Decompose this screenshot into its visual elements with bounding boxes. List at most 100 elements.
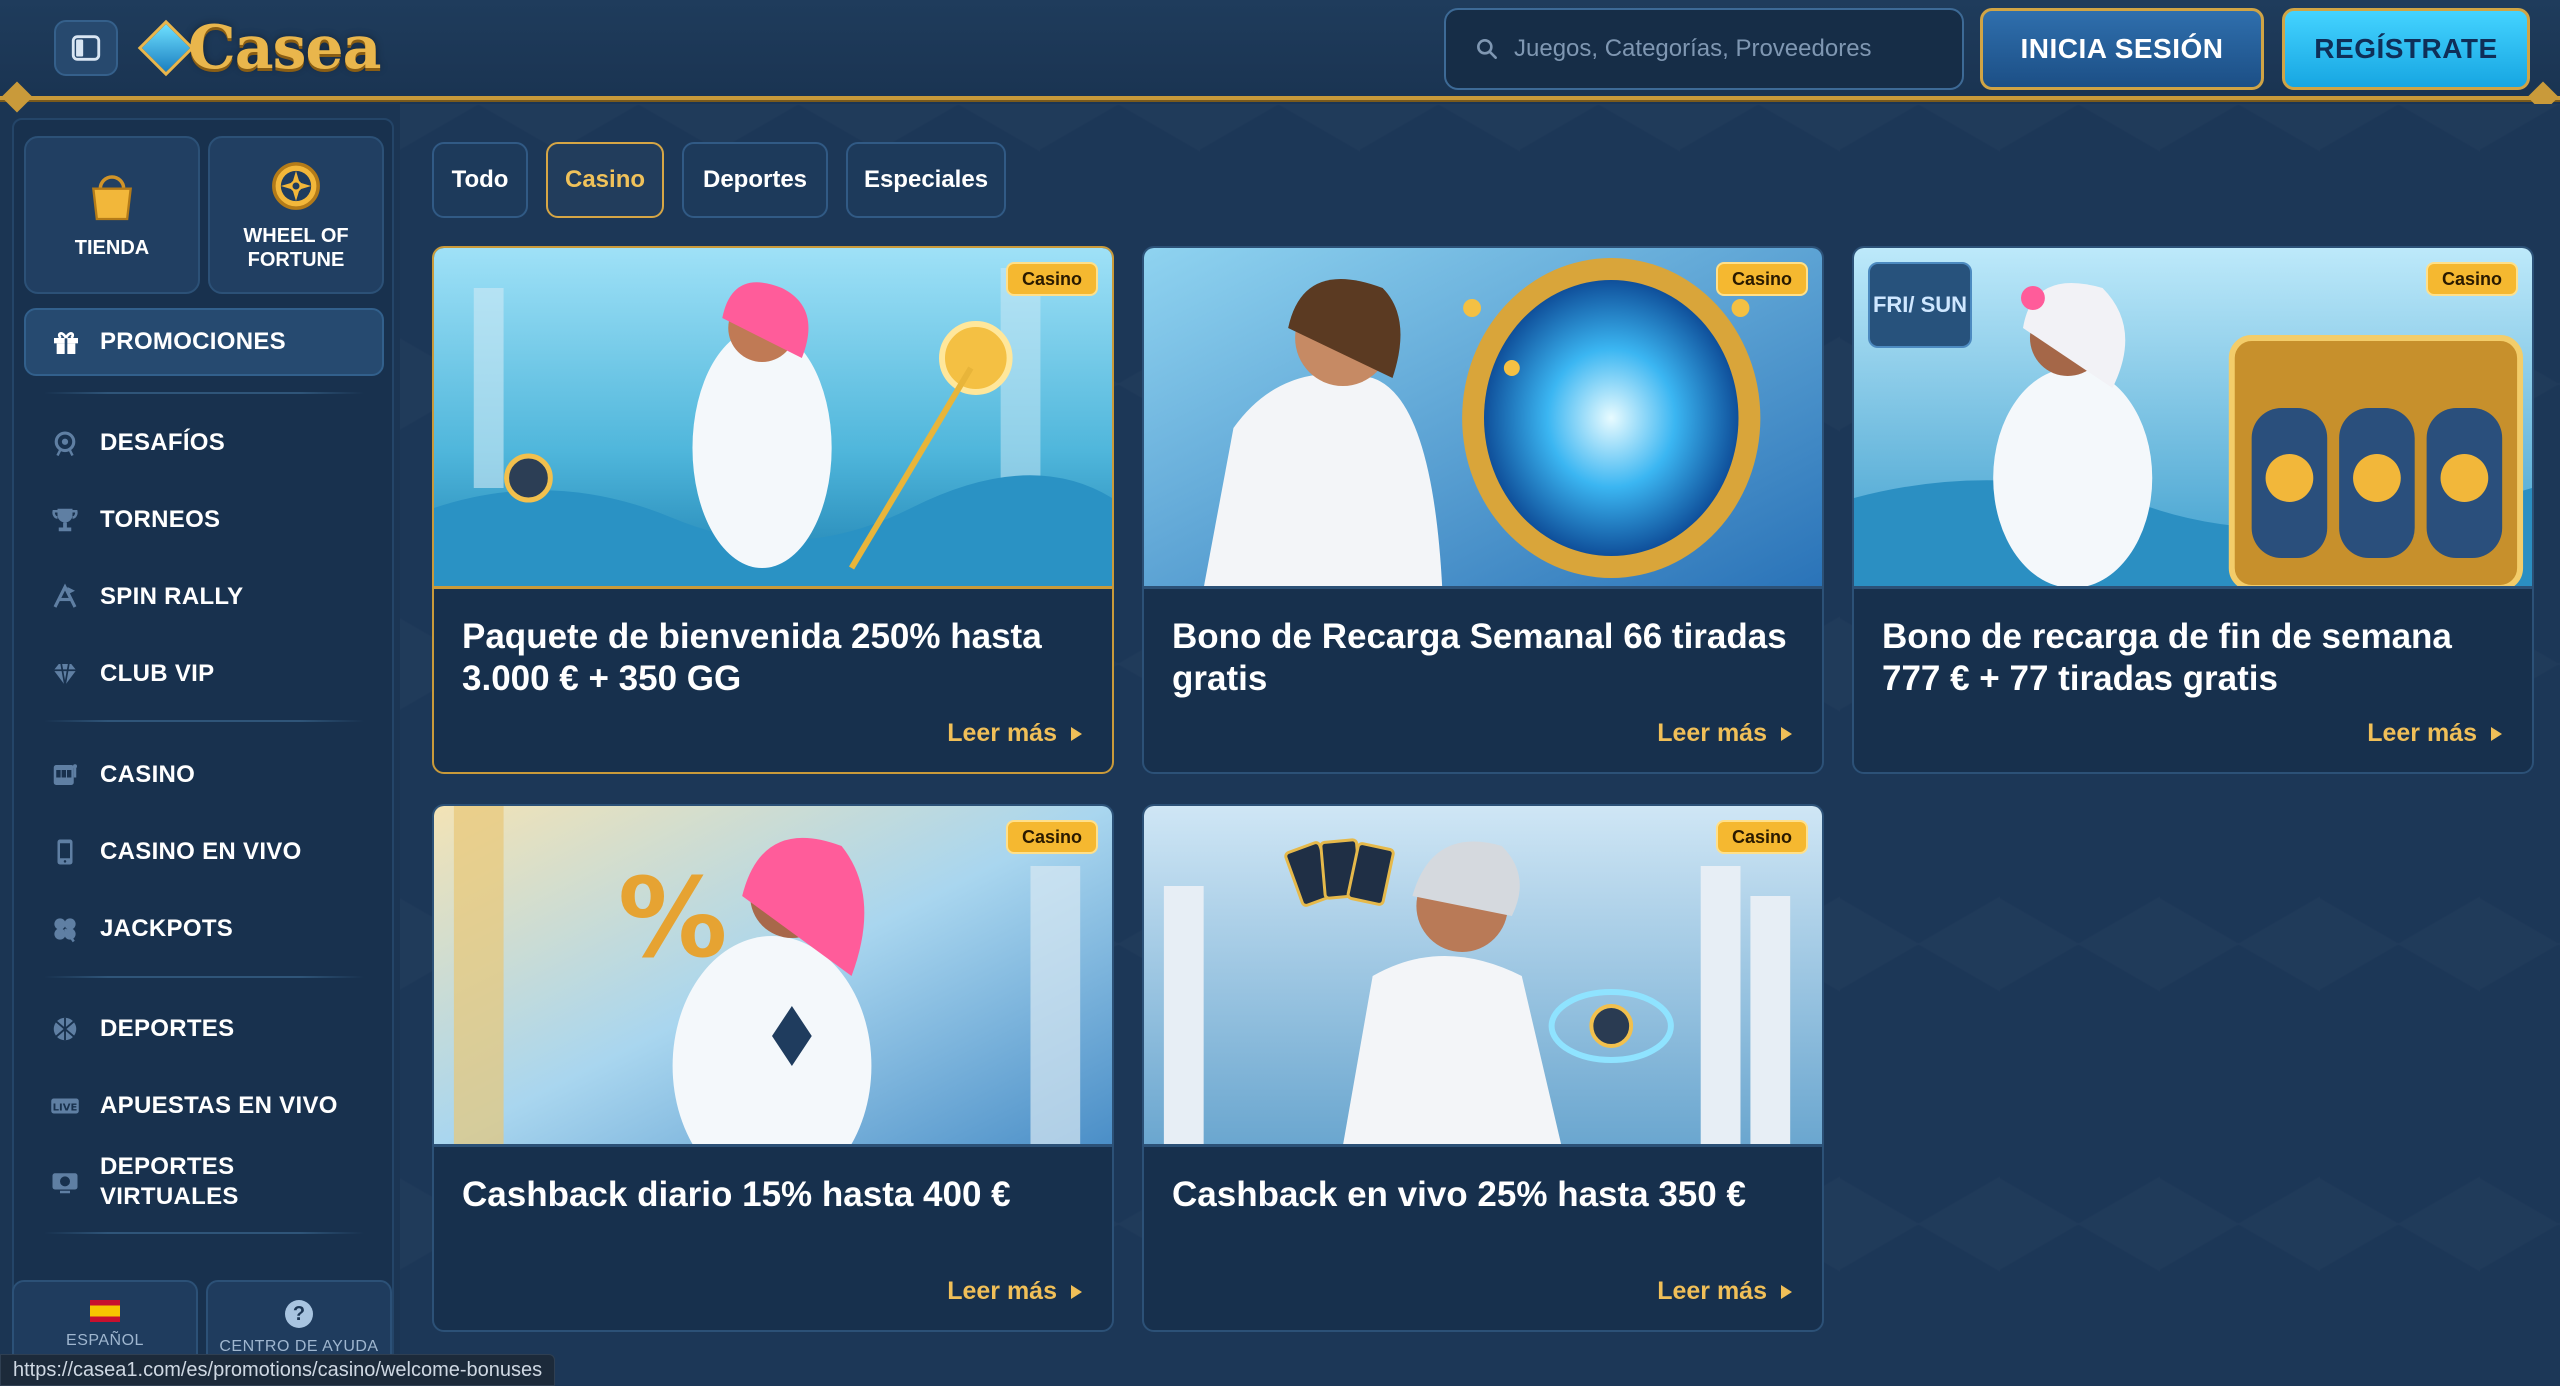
clover-icon bbox=[54, 918, 76, 943]
language-label: ESPAÑOL bbox=[66, 1332, 144, 1349]
sidebar-panel-icon bbox=[71, 35, 101, 61]
casea-logo[interactable]: Casea bbox=[137, 10, 381, 86]
help-icon: ? bbox=[285, 1300, 313, 1328]
hero-portal-artwork-image bbox=[1144, 248, 1822, 588]
promo-title: Cashback diario 15% hasta 400 € bbox=[462, 1175, 1011, 1214]
read-more-link[interactable]: Leer más bbox=[947, 1277, 1082, 1306]
search-icon bbox=[1477, 39, 1497, 59]
wheel-icon bbox=[272, 162, 320, 210]
promo-card-daily-cashback[interactable]: % Casino Cashback diario 15% hasta 400 €… bbox=[432, 804, 1114, 1332]
promo-card-live-cashback[interactable]: Casino Cashback en vivo 25% hasta 350 € … bbox=[1142, 804, 1824, 1332]
promo-art-live-cashback bbox=[1144, 806, 1822, 1146]
sidebar-item-spin-rally[interactable]: SPIN RALLY bbox=[48, 572, 388, 622]
live-badge-icon: LIVE bbox=[51, 1098, 79, 1114]
day-tag: FRI/ SUN bbox=[1868, 262, 1972, 348]
header-ornament-left bbox=[1, 81, 33, 113]
category-badge: Casino bbox=[1005, 820, 1098, 854]
sidebar-item-apuestas-en-vivo[interactable]: LIVE APUESTAS EN VIVO bbox=[48, 1081, 388, 1131]
sidebar-divider bbox=[44, 976, 364, 978]
promo-art-welcome bbox=[434, 248, 1112, 588]
art-divider bbox=[434, 1144, 1112, 1147]
sidebar-item-deportes[interactable]: DEPORTES bbox=[48, 1004, 388, 1054]
sidebar-divider bbox=[44, 392, 364, 394]
trophy-icon bbox=[52, 508, 78, 532]
tab-deportes[interactable]: Deportes bbox=[682, 142, 828, 218]
sidebar-toggle-button[interactable] bbox=[54, 20, 118, 76]
sidebar-tile-wheel-of-fortune[interactable]: WHEEL OF FORTUNE bbox=[208, 136, 384, 294]
login-button[interactable]: INICIA SESIÓN bbox=[1980, 8, 2264, 90]
live-casino-icon bbox=[57, 839, 73, 865]
sidebar-label-jackpots: JACKPOTS bbox=[100, 915, 234, 942]
sidebar: TIENDA WHEEL OF FORTUNE PROMOCIONES DESA… bbox=[12, 118, 394, 1386]
read-more-link[interactable]: Leer más bbox=[1657, 1277, 1792, 1306]
promo-card-weekly-reload[interactable]: Casino Bono de Recarga Semanal 66 tirada… bbox=[1142, 246, 1824, 774]
sidebar-item-torneos[interactable]: TORNEOS bbox=[48, 495, 388, 545]
read-more-link[interactable]: Leer más bbox=[2367, 719, 2502, 748]
read-more-label: Leer más bbox=[1657, 719, 1767, 747]
slot-machine-icon bbox=[53, 764, 77, 785]
read-more-label: Leer más bbox=[1657, 1277, 1767, 1305]
sidebar-label-desafios: DESAFÍOS bbox=[100, 429, 226, 456]
register-button[interactable]: REGÍSTRATE bbox=[2282, 8, 2530, 90]
promo-title: Bono de recarga de fin de semana 777 € +… bbox=[1882, 617, 2452, 698]
sidebar-divider bbox=[44, 1232, 364, 1234]
art-divider bbox=[1854, 586, 2532, 589]
diamond-icon bbox=[53, 663, 77, 686]
arrow-right-icon bbox=[1781, 1284, 1792, 1299]
read-more-link[interactable]: Leer más bbox=[947, 719, 1082, 748]
category-badge: Casino bbox=[2425, 262, 2518, 296]
category-badge: Casino bbox=[1715, 820, 1808, 854]
ball-icon bbox=[53, 1017, 77, 1041]
search-input[interactable] bbox=[1514, 35, 1954, 63]
svg-text:%: % bbox=[618, 854, 728, 982]
sidebar-item-casino-en-vivo[interactable]: CASINO EN VIVO bbox=[48, 827, 388, 877]
sidebar-label-club-vip: CLUB VIP bbox=[100, 660, 215, 687]
sidebar-label-casino-en-vivo: CASINO EN VIVO bbox=[100, 838, 302, 865]
sidebar-item-jackpots[interactable]: JACKPOTS bbox=[48, 904, 388, 954]
sidebar-label-promociones: PROMOCIONES bbox=[100, 328, 286, 355]
sidebar-item-promociones[interactable]: PROMOCIONES bbox=[24, 308, 384, 376]
read-more-label: Leer más bbox=[2367, 719, 2477, 747]
promo-title: Cashback en vivo 25% hasta 350 € bbox=[1172, 1175, 1746, 1214]
sidebar-tile-tienda[interactable]: TIENDA bbox=[24, 136, 200, 294]
read-more-label: Leer más bbox=[947, 719, 1057, 747]
read-more-label: Leer más bbox=[947, 1277, 1057, 1305]
shopping-bag-icon bbox=[92, 175, 132, 221]
promo-card-weekend-reload[interactable]: FRI/ SUN Casino Bono de recarga de fin d… bbox=[1852, 246, 2534, 774]
sidebar-item-club-vip[interactable]: CLUB VIP bbox=[48, 649, 388, 699]
sidebar-item-casino[interactable]: CASINO bbox=[48, 750, 388, 800]
promo-card-welcome[interactable]: Casino Paquete de bienvenida 250% hasta … bbox=[432, 246, 1114, 774]
tab-casino[interactable]: Casino bbox=[546, 142, 664, 218]
tab-todo[interactable]: Todo bbox=[432, 142, 528, 218]
virtual-sports-icon bbox=[52, 1173, 78, 1194]
promo-title: Bono de Recarga Semanal 66 tiradas grati… bbox=[1172, 617, 1787, 698]
spain-flag-icon bbox=[90, 1300, 120, 1322]
category-badge: Casino bbox=[1715, 262, 1808, 296]
sidebar-item-desafios[interactable]: DESAFÍOS bbox=[48, 418, 388, 468]
tile-label-tienda: TIENDA bbox=[74, 237, 150, 259]
spin-rally-icon bbox=[53, 583, 77, 608]
logo-gem-icon bbox=[137, 19, 195, 77]
art-divider bbox=[434, 586, 1112, 589]
art-divider bbox=[1144, 586, 1822, 589]
sidebar-label-deportes: DEPORTES bbox=[100, 1015, 235, 1042]
arrow-right-icon bbox=[1071, 1284, 1082, 1299]
tab-especiales[interactable]: Especiales bbox=[846, 142, 1006, 218]
arrow-right-icon bbox=[1071, 726, 1082, 741]
arrow-right-icon bbox=[2491, 726, 2502, 741]
gift-icon bbox=[54, 332, 78, 354]
arrow-right-icon bbox=[1781, 726, 1792, 741]
sidebar-divider bbox=[44, 720, 364, 722]
tile-label-wheel: WHEEL OF FORTUNE bbox=[243, 225, 349, 271]
sidebar-label-casino: CASINO bbox=[100, 761, 196, 788]
card-dealer-artwork-image bbox=[1144, 806, 1822, 1146]
search-box[interactable] bbox=[1444, 8, 1964, 90]
sidebar-item-deportes-virtuales[interactable]: DEPORTES VIRTUALES bbox=[48, 1148, 388, 1216]
top-header: Casea INICIA SESIÓN REGÍSTRATE bbox=[0, 0, 2560, 113]
goddess-artwork-image bbox=[434, 248, 1112, 588]
promo-art-daily-cashback: % bbox=[434, 806, 1112, 1146]
read-more-link[interactable]: Leer más bbox=[1657, 719, 1792, 748]
sidebar-label-deportes-virtuales: DEPORTES VIRTUALES bbox=[100, 1153, 239, 1210]
sidebar-label-apuestas-en-vivo: APUESTAS EN VIVO bbox=[100, 1092, 338, 1119]
art-divider bbox=[1144, 1144, 1822, 1147]
